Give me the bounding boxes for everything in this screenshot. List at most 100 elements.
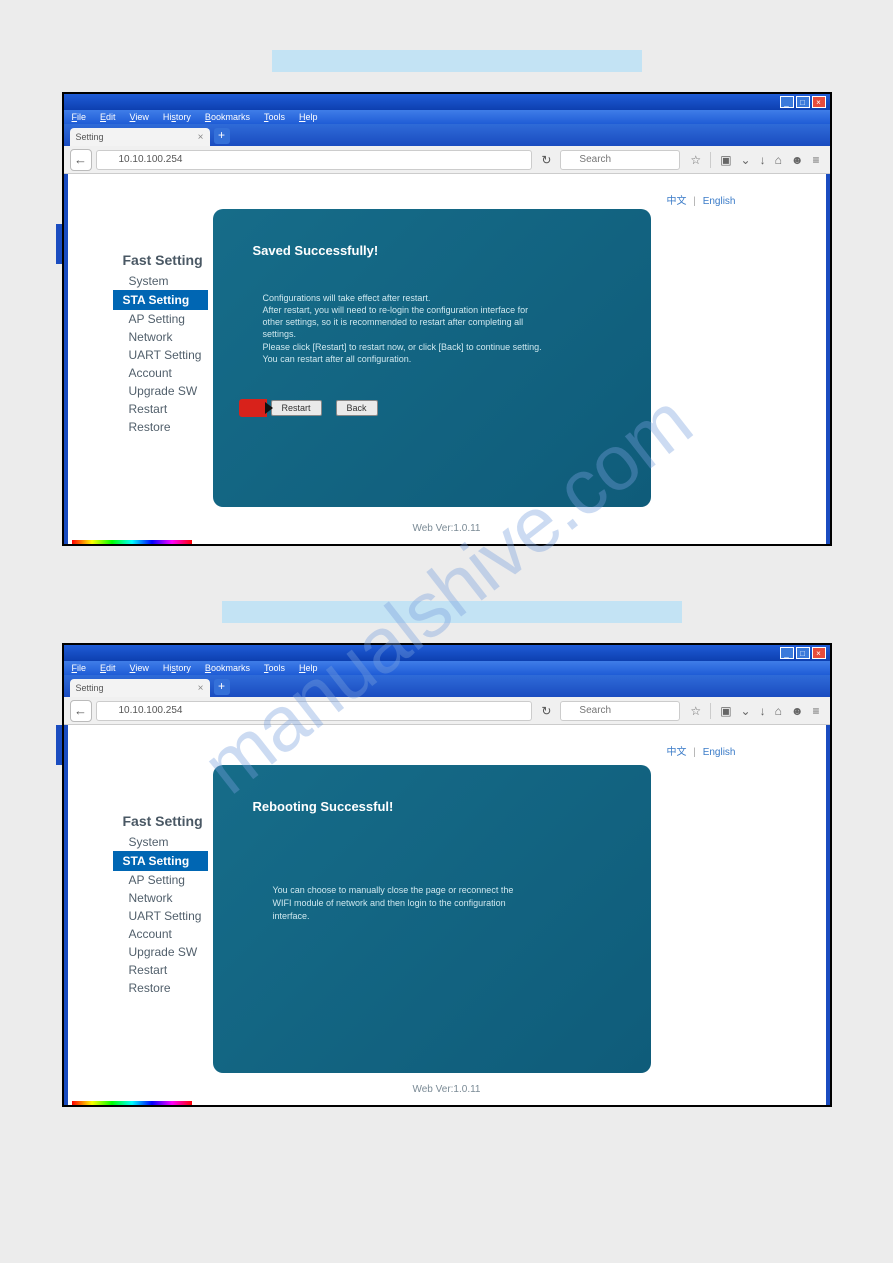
sidebar-item-system[interactable]: System — [123, 272, 208, 290]
address-input[interactable] — [96, 701, 533, 721]
library-icon[interactable]: ▣ — [720, 153, 731, 167]
new-tab-button[interactable]: + — [214, 128, 230, 144]
menu-bookmarks[interactable]: Bookmarks — [205, 663, 250, 673]
minimize-button[interactable]: _ — [780, 96, 794, 108]
lang-zh[interactable]: 中文 — [667, 196, 687, 207]
maximize-button[interactable]: □ — [796, 96, 810, 108]
window-titlebar: _ □ × — [64, 94, 830, 110]
menu-edit[interactable]: Edit — [100, 663, 116, 673]
sidebar-item-system[interactable]: System — [123, 833, 208, 851]
browser-tab[interactable]: Setting × — [70, 679, 210, 697]
sidebar-title: Fast Setting — [123, 252, 208, 268]
menu-help[interactable]: Help — [299, 663, 318, 673]
menu-history[interactable]: History — [163, 663, 191, 673]
sidebar-item-upgrade-sw[interactable]: Upgrade SW — [123, 382, 208, 400]
web-version: Web Ver:1.0.11 — [68, 523, 826, 534]
downloads-icon[interactable]: ↓ — [760, 704, 766, 718]
bg-edge — [56, 725, 62, 765]
minimize-button[interactable]: _ — [780, 647, 794, 659]
sidebar-item-restore[interactable]: Restore — [123, 979, 208, 997]
downloads-icon[interactable]: ↓ — [760, 153, 766, 167]
close-button[interactable]: × — [812, 647, 826, 659]
lang-zh[interactable]: 中文 — [667, 747, 687, 758]
lang-en[interactable]: English — [703, 747, 736, 758]
bookmark-star-icon[interactable]: ☆ — [690, 153, 701, 167]
sidebar-item-uart-setting[interactable]: UART Setting — [123, 907, 208, 925]
reload-icon[interactable]: ↻ — [536, 704, 556, 718]
sidebar-item-network[interactable]: Network — [123, 328, 208, 346]
home-icon[interactable]: ⌂ — [775, 153, 782, 167]
panel-buttons: Restart Back — [239, 399, 611, 417]
window-controls: _ □ × — [780, 647, 826, 659]
menu-view[interactable]: View — [130, 112, 149, 122]
sidebar-item-network[interactable]: Network — [123, 889, 208, 907]
figure-caption-1 — [272, 50, 642, 72]
tab-close-icon[interactable]: × — [198, 132, 204, 143]
lang-en[interactable]: English — [703, 196, 736, 207]
reload-icon[interactable]: ↻ — [536, 153, 556, 167]
document-page: manualshive.com _ □ × File Edit View His… — [57, 0, 837, 1187]
menu-file[interactable]: File — [72, 663, 87, 673]
pocket-icon[interactable]: ⌄ — [741, 704, 751, 718]
restart-button[interactable]: Restart — [271, 400, 322, 416]
back-button[interactable]: ← — [70, 700, 92, 722]
tab-close-icon[interactable]: × — [198, 683, 204, 694]
menu-view[interactable]: View — [130, 663, 149, 673]
sidebar-item-upgrade-sw[interactable]: Upgrade SW — [123, 943, 208, 961]
web-version: Web Ver:1.0.11 — [68, 1084, 826, 1095]
toolbar-icons: ☆ ▣ ⌄ ↓ ⌂ ☻ ≡ — [684, 703, 823, 719]
back-button[interactable]: Back — [336, 400, 378, 416]
sidebar-item-account[interactable]: Account — [123, 925, 208, 943]
tabbar: Setting × + — [64, 124, 830, 146]
sidebar-item-sta-setting[interactable]: STA Setting — [113, 851, 208, 871]
library-icon[interactable]: ▣ — [720, 704, 731, 718]
menu-tools[interactable]: Tools — [264, 112, 285, 122]
hamburger-menu-icon[interactable]: ≡ — [812, 704, 819, 718]
panel-title: Rebooting Successful! — [253, 799, 611, 814]
bookmark-star-icon[interactable]: ☆ — [690, 704, 701, 718]
language-switch: 中文 | English — [667, 743, 736, 758]
page-content: 中文 | English Fast Setting System STA Set… — [64, 174, 830, 544]
sidebar-item-account[interactable]: Account — [123, 364, 208, 382]
back-button[interactable]: ← — [70, 149, 92, 171]
sidebar-item-ap-setting[interactable]: AP Setting — [123, 871, 208, 889]
close-button[interactable]: × — [812, 96, 826, 108]
hamburger-menu-icon[interactable]: ≡ — [812, 153, 819, 167]
sidebar-item-restart[interactable]: Restart — [123, 961, 208, 979]
toolbar-icons: ☆ ▣ ⌄ ↓ ⌂ ☻ ≡ — [684, 152, 823, 168]
new-tab-button[interactable]: + — [214, 679, 230, 695]
menu-history[interactable]: History — [163, 112, 191, 122]
sidebar-title: Fast Setting — [123, 813, 208, 829]
sidebar-item-uart-setting[interactable]: UART Setting — [123, 346, 208, 364]
pocket-icon[interactable]: ⌄ — [741, 153, 751, 167]
bg-edge — [56, 224, 62, 264]
sidebar-item-restart[interactable]: Restart — [123, 400, 208, 418]
search-input[interactable] — [560, 150, 680, 170]
menu-bookmarks[interactable]: Bookmarks — [205, 112, 250, 122]
browser-tab[interactable]: Setting × — [70, 128, 210, 146]
menubar: File Edit View History Bookmarks Tools H… — [64, 661, 830, 675]
sidebar-nav: Fast Setting System STA Setting AP Setti… — [123, 813, 208, 997]
home-icon[interactable]: ⌂ — [775, 704, 782, 718]
menu-tools[interactable]: Tools — [264, 663, 285, 673]
sidebar-item-restore[interactable]: Restore — [123, 418, 208, 436]
smiley-icon[interactable]: ☻ — [791, 704, 804, 718]
tab-label: Setting — [76, 683, 104, 693]
address-input[interactable] — [96, 150, 533, 170]
menu-edit[interactable]: Edit — [100, 112, 116, 122]
panel-line4: You can restart after all configuration. — [263, 353, 543, 365]
panel-text: You can choose to manually close the pag… — [273, 884, 533, 923]
sidebar-item-ap-setting[interactable]: AP Setting — [123, 310, 208, 328]
menu-help[interactable]: Help — [299, 112, 318, 122]
sidebar-item-sta-setting[interactable]: STA Setting — [113, 290, 208, 310]
maximize-button[interactable]: □ — [796, 647, 810, 659]
menubar: File Edit View History Bookmarks Tools H… — [64, 110, 830, 124]
search-input[interactable] — [560, 701, 680, 721]
pointer-icon — [239, 399, 267, 417]
rainbow-bar — [72, 540, 192, 544]
separator — [710, 703, 711, 719]
smiley-icon[interactable]: ☻ — [791, 153, 804, 167]
urlbar: ← i ↻ 🔍 ☆ ▣ ⌄ ↓ ⌂ ☻ ≡ — [64, 146, 830, 174]
menu-file[interactable]: File — [72, 112, 87, 122]
page-content: 中文 | English Fast Setting System STA Set… — [64, 725, 830, 1105]
